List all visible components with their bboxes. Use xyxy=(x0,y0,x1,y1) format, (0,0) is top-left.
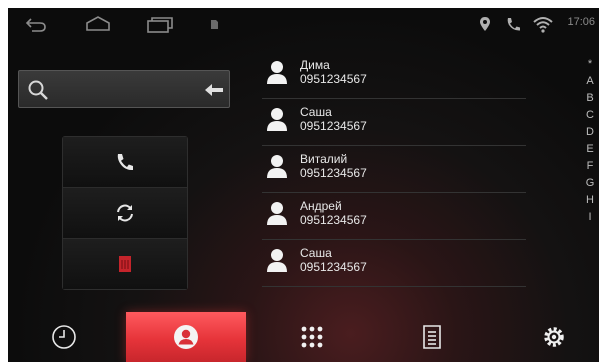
phone-call-icon xyxy=(117,154,133,171)
contact-name: Дима xyxy=(300,58,330,72)
index-letter[interactable]: * xyxy=(581,56,599,73)
phonebook-screen: 17:06 Дима 0951234567 Саша 0951234567 Ви… xyxy=(8,8,599,362)
tab-phonebook-sync[interactable] xyxy=(406,312,458,362)
status-bar: 17:06 xyxy=(8,8,599,40)
contact-number: 0951234567 xyxy=(300,72,367,86)
backspace-icon[interactable] xyxy=(203,79,225,101)
home-icon[interactable] xyxy=(84,14,112,34)
delete-icon xyxy=(119,256,131,272)
index-letter[interactable]: D xyxy=(581,124,599,141)
contact-row[interactable]: Виталий 0951234567 xyxy=(262,146,526,193)
index-letter[interactable]: B xyxy=(581,90,599,107)
delete-button[interactable] xyxy=(63,239,187,289)
index-letter[interactable]: I xyxy=(581,209,599,226)
index-letter[interactable]: E xyxy=(581,141,599,158)
recent-apps-icon[interactable] xyxy=(146,14,174,34)
contact-actions-panel xyxy=(62,136,188,290)
person-icon xyxy=(267,61,287,84)
contact-number: 0951234567 xyxy=(300,166,367,180)
search-icon xyxy=(28,80,48,100)
search-input[interactable] xyxy=(53,77,197,103)
index-letter[interactable]: F xyxy=(581,158,599,175)
phone-call-icon xyxy=(507,18,520,31)
sd-card-icon xyxy=(211,20,218,29)
tab-settings[interactable] xyxy=(528,312,580,362)
back-arrow-icon[interactable] xyxy=(24,14,48,34)
contact-number: 0951234567 xyxy=(300,260,367,274)
person-icon xyxy=(267,155,287,178)
person-icon xyxy=(267,249,287,272)
index-letter[interactable]: C xyxy=(581,107,599,124)
index-letter[interactable]: A xyxy=(581,73,599,90)
search-bar[interactable] xyxy=(18,70,230,108)
call-button[interactable] xyxy=(63,137,187,188)
clock: 17:06 xyxy=(567,16,595,28)
dialpad-icon xyxy=(301,326,323,348)
sync-button[interactable] xyxy=(63,188,187,239)
contact-name: Виталий xyxy=(300,152,348,166)
call-history-icon xyxy=(52,325,76,349)
contact-row[interactable]: Дима 0951234567 xyxy=(262,52,526,99)
index-letter[interactable]: H xyxy=(581,192,599,209)
contact-number: 0951234567 xyxy=(300,213,367,227)
alphabet-index[interactable]: * A B C D E F G H I xyxy=(581,56,599,226)
person-icon xyxy=(267,108,287,131)
contact-name: Саша xyxy=(300,246,332,260)
contact-row[interactable]: Саша 0951234567 xyxy=(262,99,526,146)
phonebook-sync-icon xyxy=(423,325,441,349)
tab-contacts[interactable] xyxy=(126,312,246,362)
sync-icon xyxy=(117,204,133,222)
contact-row[interactable]: Саша 0951234567 xyxy=(262,240,526,287)
wifi-icon xyxy=(533,17,553,33)
tab-call-history[interactable] xyxy=(38,312,90,362)
contacts-icon xyxy=(174,325,198,349)
location-pin-icon xyxy=(480,17,490,31)
person-icon xyxy=(267,202,287,225)
contact-name: Андрей xyxy=(300,199,342,213)
settings-icon xyxy=(544,327,564,347)
contact-number: 0951234567 xyxy=(300,119,367,133)
contact-row[interactable]: Андрей 0951234567 xyxy=(262,193,526,240)
tab-dialpad[interactable] xyxy=(286,312,338,362)
contact-name: Саша xyxy=(300,105,332,119)
index-letter[interactable]: G xyxy=(581,175,599,192)
bottom-tab-bar xyxy=(8,312,599,362)
